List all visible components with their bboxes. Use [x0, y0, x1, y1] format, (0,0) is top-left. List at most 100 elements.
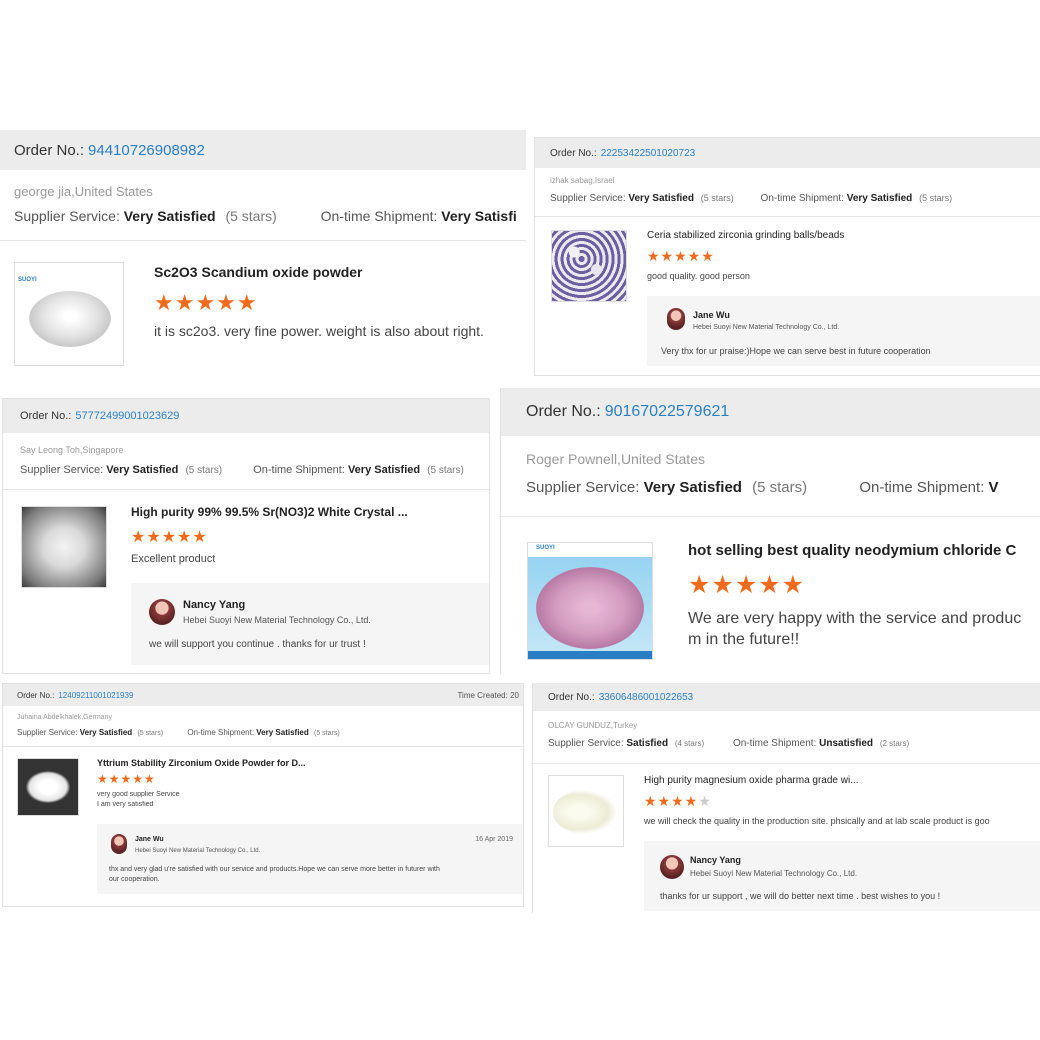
review-card-6: Order No.: 33606486001022653 OLCAY GUNDU…: [532, 683, 1040, 913]
order-label: Order No.:: [20, 410, 72, 422]
order-label: Order No.:: [14, 141, 85, 159]
order-label: Order No.:: [17, 690, 55, 700]
shipment-rating: Very Satisfi: [441, 208, 517, 224]
shipment-stars-text: (5 stars): [919, 193, 953, 203]
seller-reply: Nancy Yang Hebei Suoyi New Material Tech…: [644, 841, 1040, 911]
reply-text-line2: our cooperation.: [109, 876, 160, 883]
shipment-stars-text: (2 stars): [879, 739, 910, 748]
reply-company: Hebei Suoyi New Material Technology Co.,…: [690, 869, 858, 878]
shipment-label: On-time Shipment:: [253, 464, 345, 476]
shipment-label: On-time Shipment:: [187, 728, 255, 737]
reply-company: Hebei Suoyi New Material Technology Co.,…: [693, 324, 840, 331]
time-created: Time Created: 20: [457, 691, 519, 700]
order-label: Order No.:: [526, 403, 601, 420]
review-comment: Excellent product: [131, 553, 216, 565]
order-number-link[interactable]: 12409211001021939: [58, 691, 133, 700]
review-card-3: Order No.: 57772499001023629 Say Leong T…: [2, 398, 490, 674]
product-thumbnail[interactable]: [548, 775, 624, 847]
product-title-link[interactable]: Ceria stabilized zirconia grinding balls…: [647, 230, 844, 241]
rating-stars: ★★★★★: [97, 772, 156, 786]
order-header: Order No.: 94410726908982: [0, 130, 526, 170]
review-comment: it is sc2o3. very fine power. weight is …: [154, 323, 484, 339]
product-thumbnail[interactable]: [551, 230, 627, 302]
buyer-name: OLCAY GUNDUZ,Turkey: [548, 721, 638, 730]
reply-author: Jane Wu: [135, 836, 164, 843]
order-header: Order No.: 12409211001021939 Time Create…: [3, 684, 523, 706]
order-number-link[interactable]: 94410726908982: [88, 142, 205, 159]
product-title-link[interactable]: hot selling best quality neodymium chlor…: [688, 542, 1016, 559]
review-comment: very good supplier Service: [97, 791, 180, 798]
product-thumbnail[interactable]: [17, 758, 79, 816]
supplier-service-label: Supplier Service:: [550, 193, 626, 204]
review-comment: We are very happy with the service and p…: [688, 610, 1022, 627]
supplier-stars-text: (5 stars): [225, 208, 277, 224]
supplier-service-label: Supplier Service:: [526, 479, 640, 496]
supplier-service-label: Supplier Service:: [548, 738, 624, 749]
reply-company: Hebei Suoyi New Material Technology Co.,…: [135, 848, 261, 854]
order-number-link[interactable]: 22253422501020723: [601, 148, 696, 159]
rating-stars: ★★★★★: [131, 529, 208, 546]
product-title-link[interactable]: Sc2O3 Scandium oxide powder: [154, 264, 363, 280]
rating-stars: ★★★★★: [154, 290, 258, 315]
empty-star: ★: [698, 793, 712, 809]
reply-text: thx and very glad u're satisfied with ou…: [109, 866, 440, 873]
shipment-stars-text: (5 stars): [314, 730, 340, 737]
supplier-stars-text: (5 stars): [700, 193, 734, 203]
shipment-rating: Very Satisfied: [347, 464, 421, 476]
reply-author: Jane Wu: [693, 310, 730, 320]
order-label: Order No.:: [550, 147, 597, 159]
reply-author: Nancy Yang: [183, 599, 246, 611]
service-ratings: Supplier Service: Very Satisfied (5 star…: [17, 728, 517, 737]
powder-image: [29, 291, 111, 347]
seller-reply: Jane Wu Hebei Suoyi New Material Technol…: [647, 296, 1040, 366]
order-header: Order No.: 90167022579621: [501, 388, 1040, 436]
supplier-stars-text: (5 stars): [752, 479, 808, 496]
thumb-footer: [528, 651, 652, 659]
powder-image: [553, 790, 617, 834]
brand-logo: SUOYI: [536, 545, 555, 551]
order-header: Order No.: 33606486001022653: [533, 683, 1040, 711]
divider: [533, 763, 1040, 764]
order-number-link[interactable]: 57772499001023629: [75, 410, 179, 422]
order-number-link[interactable]: 90167022579621: [605, 403, 730, 421]
shipment-stars-text: (5 stars): [427, 465, 464, 476]
order-header: Order No.: 57772499001023629: [3, 399, 489, 433]
review-comment: we will check the quality in the product…: [644, 816, 990, 826]
order-header: Order No.: 22253422501020723: [535, 138, 1040, 168]
supplier-stars-text: (5 stars): [185, 465, 223, 476]
seller-reply: Jane Wu Hebei Suoyi New Material Technol…: [97, 824, 523, 894]
product-title-link[interactable]: Yttrium Stability Zirconium Oxide Powder…: [97, 758, 306, 768]
shipment-rating: Very Satisfied: [846, 193, 913, 204]
powder-image: [536, 567, 644, 649]
rating-stars: ★★★★★: [644, 793, 712, 809]
supplier-rating: Very Satisfied: [628, 193, 694, 204]
product-thumbnail[interactable]: SUOYI: [14, 262, 124, 366]
review-card-5: Order No.: 12409211001021939 Time Create…: [2, 683, 524, 907]
buyer-name: Juhaina Abdelkhalek,Germany: [17, 714, 112, 721]
product-thumbnail[interactable]: SUOYI: [527, 542, 653, 660]
shipment-rating: V: [988, 479, 999, 496]
service-ratings: Supplier Service: Very Satisfied (5 star…: [550, 193, 1040, 204]
shipment-label: On-time Shipment:: [859, 479, 985, 496]
supplier-stars-text: (4 stars): [674, 739, 705, 748]
divider: [3, 746, 523, 747]
product-title-link[interactable]: High purity 99% 99.5% Sr(NO3)2 White Cry…: [131, 505, 408, 519]
reply-company: Hebei Suoyi New Material Technology Co.,…: [183, 615, 371, 625]
product-thumbnail[interactable]: [21, 506, 107, 588]
order-label: Order No.:: [548, 691, 595, 703]
shipment-label: On-time Shipment:: [760, 193, 844, 204]
avatar: [667, 308, 685, 330]
powder-image: [26, 771, 70, 803]
order-number-link[interactable]: 33606486001022653: [599, 692, 694, 703]
buyer-name: izhak sabag,Israel: [550, 176, 615, 185]
product-title-link[interactable]: High purity magnesium oxide pharma grade…: [644, 775, 859, 786]
shipment-rating: Very Satisfied: [256, 728, 309, 737]
review-card-2: Order No.: 22253422501020723 izhak sabag…: [534, 137, 1040, 376]
time-created-label: Time Created:: [457, 690, 508, 700]
buyer-name: Say Leong Toh,Singapore: [20, 445, 124, 455]
supplier-rating: Very Satisfied: [106, 464, 179, 476]
supplier-stars-text: (5 stars): [137, 730, 164, 737]
supplier-rating: Very Satisfied: [79, 728, 133, 737]
avatar: [660, 855, 684, 879]
reply-date: 16 Apr 2019: [475, 836, 513, 843]
